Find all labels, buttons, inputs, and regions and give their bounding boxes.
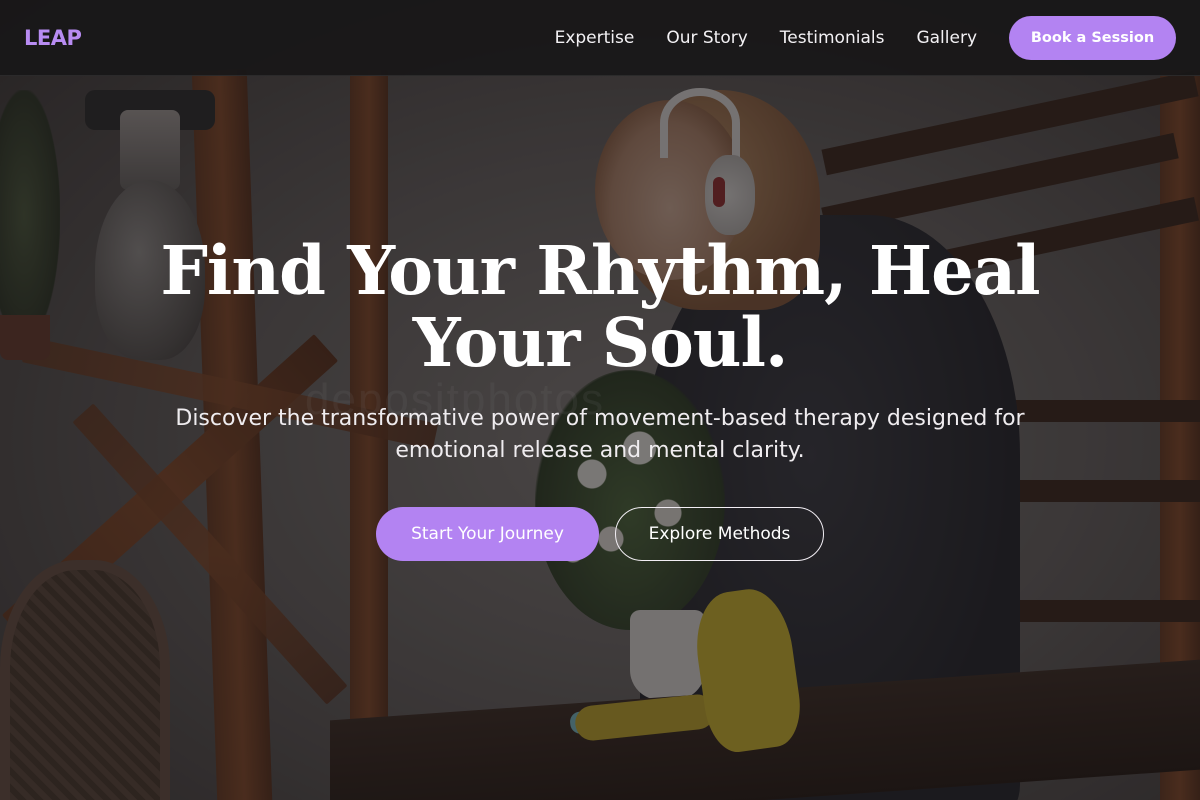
nav-link-testimonials[interactable]: Testimonials — [780, 28, 885, 48]
hero-title: Find Your Rhythm, Heal Your Soul. — [160, 231, 1040, 382]
primary-nav: Expertise Our Story Testimonials Gallery — [555, 28, 977, 48]
book-session-button[interactable]: Book a Session — [1009, 15, 1176, 60]
top-navbar: LEAP Expertise Our Story Testimonials Ga… — [0, 0, 1200, 76]
hero-section: Find Your Rhythm, Heal Your Soul. Discov… — [0, 235, 1200, 561]
hero-actions: Start Your Journey Explore Methods — [0, 507, 1200, 561]
nav-link-gallery[interactable]: Gallery — [916, 28, 977, 48]
start-journey-button[interactable]: Start Your Journey — [376, 507, 599, 561]
explore-methods-button[interactable]: Explore Methods — [615, 507, 824, 561]
brand-logo[interactable]: LEAP — [24, 26, 82, 50]
hero-subtitle: Discover the transformative power of mov… — [175, 406, 1025, 463]
nav-link-our-story[interactable]: Our Story — [666, 28, 747, 48]
nav-link-expertise[interactable]: Expertise — [555, 28, 635, 48]
